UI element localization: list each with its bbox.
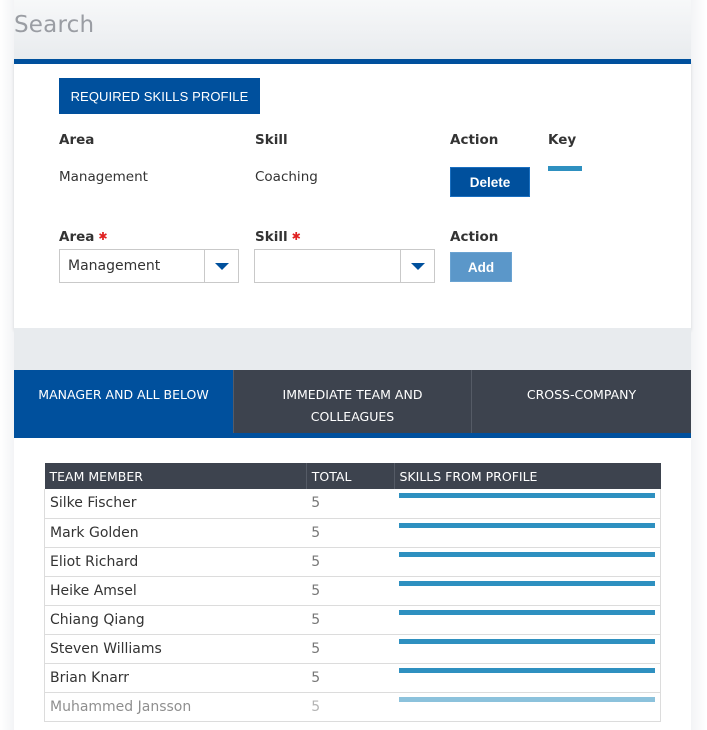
- add-button[interactable]: Add: [450, 252, 512, 282]
- skills-from-profile-cell: [394, 489, 661, 519]
- skills-from-profile-cell: [394, 692, 661, 722]
- skills-from-profile-cell: [394, 547, 661, 577]
- key-swatch: [548, 166, 582, 171]
- required-skills-profile-button[interactable]: REQUIRED SKILLS PROFILE: [59, 78, 260, 114]
- team-member-name: Silke Fischer: [44, 489, 307, 519]
- skill-column-header: Skill: [255, 132, 288, 148]
- team-scope-tabs: MANAGER AND ALL BELOW IMMEDIATE TEAM AND…: [14, 370, 691, 438]
- table-row[interactable]: Steven Williams 5: [44, 634, 661, 664]
- skills-bar: [399, 551, 655, 557]
- tab-cross-company[interactable]: CROSS-COMPANY: [471, 370, 691, 433]
- skills-bar-track: [399, 609, 655, 615]
- skills-bar: [399, 667, 655, 673]
- tab-immediate-team-and-colleagues[interactable]: IMMEDIATE TEAM AND COLLEAGUES: [233, 370, 471, 433]
- action-column-header: Action: [450, 132, 499, 148]
- team-member-name: Mark Golden: [44, 518, 307, 548]
- action-field-label: Action: [450, 229, 499, 245]
- skills-bar: [399, 638, 655, 644]
- tab-label: IMMEDIATE TEAM AND COLLEAGUES: [282, 387, 423, 424]
- table-row[interactable]: Brian Knarr 5: [44, 663, 661, 693]
- table-row[interactable]: Heike Amsel 5: [44, 576, 661, 606]
- skills-bar: [399, 609, 655, 615]
- profile-row-skill: Coaching: [255, 169, 318, 185]
- chevron-down-icon: [214, 262, 229, 270]
- skill-select-toggle[interactable]: [400, 250, 434, 282]
- skills-bar-track: [399, 551, 655, 557]
- table-row[interactable]: Mark Golden 5: [44, 518, 661, 548]
- skills-bar: [399, 580, 655, 586]
- team-member-name: Steven Williams: [44, 634, 307, 664]
- team-member-total: 5: [306, 663, 394, 693]
- skills-bar-track: [399, 522, 655, 528]
- team-member-total: 5: [306, 576, 394, 606]
- column-header-team-member[interactable]: TEAM MEMBER: [44, 463, 307, 489]
- team-member-name: Chiang Qiang: [44, 605, 307, 635]
- area-select-value: Management: [68, 258, 161, 274]
- team-member-total: 5: [306, 489, 394, 519]
- team-member-total: 5: [306, 605, 394, 635]
- team-member-name: Muhammed Jansson: [44, 692, 307, 722]
- skills-bar: [399, 696, 655, 702]
- tab-manager-and-all-below[interactable]: MANAGER AND ALL BELOW: [14, 370, 233, 433]
- skills-from-profile-cell: [394, 518, 661, 548]
- team-member-total: 5: [306, 634, 394, 664]
- skills-from-profile-cell: [394, 663, 661, 693]
- skills-bar-track: [399, 638, 655, 644]
- team-member-total: 5: [306, 692, 394, 722]
- team-member-name: Brian Knarr: [44, 663, 307, 693]
- section-spacer: [14, 328, 691, 370]
- team-member-total: 5: [306, 518, 394, 548]
- profile-row-area: Management: [59, 169, 148, 185]
- skills-from-profile-cell: [394, 576, 661, 606]
- table-header-row: TEAM MEMBER TOTAL SKILLS FROM PROFILE: [44, 463, 661, 489]
- key-column-header: Key: [548, 132, 577, 148]
- skills-from-profile-cell: [394, 605, 661, 635]
- table-row[interactable]: Muhammed Jansson 5: [44, 692, 661, 722]
- delete-button[interactable]: Delete: [450, 167, 530, 197]
- skills-from-profile-cell: [394, 634, 661, 664]
- chevron-down-icon: [410, 262, 425, 270]
- required-asterisk-icon: ✱: [98, 230, 108, 243]
- column-header-total[interactable]: TOTAL: [305, 463, 394, 489]
- area-column-header: Area: [59, 132, 95, 148]
- skills-bar: [399, 522, 655, 528]
- table-row[interactable]: Chiang Qiang 5: [44, 605, 661, 635]
- team-content: TEAM MEMBER TOTAL SKILLS FROM PROFILE Si…: [14, 438, 691, 730]
- skills-bar-track: [399, 493, 655, 498]
- search-header: [14, 0, 691, 60]
- area-select[interactable]: Management: [59, 249, 239, 283]
- table-row[interactable]: Eliot Richard 5: [44, 547, 661, 577]
- area-field-label: Area ✱: [59, 229, 108, 245]
- skills-bar-track: [399, 667, 655, 673]
- team-member-name: Heike Amsel: [44, 576, 307, 606]
- team-skills-table: TEAM MEMBER TOTAL SKILLS FROM PROFILE Si…: [44, 463, 661, 722]
- required-skills-panel: REQUIRED SKILLS PROFILE Area Skill Actio…: [14, 59, 691, 328]
- team-member-total: 5: [306, 547, 394, 577]
- page-title: Search: [14, 12, 95, 38]
- skill-select[interactable]: [254, 249, 435, 283]
- team-member-name: Eliot Richard: [44, 547, 307, 577]
- skills-bar: [399, 493, 655, 498]
- skills-bar-track: [399, 580, 655, 586]
- skill-field-label: Skill ✱: [255, 229, 301, 245]
- area-select-toggle[interactable]: [204, 250, 238, 282]
- required-asterisk-icon: ✱: [291, 230, 301, 243]
- team-table-body: Silke Fischer 5 Mark Golden 5 Eliot Richard 5…: [44, 489, 661, 722]
- column-header-skills-from-profile[interactable]: SKILLS FROM PROFILE: [393, 463, 661, 489]
- skills-bar-track: [399, 696, 655, 702]
- table-row[interactable]: Silke Fischer 5: [44, 489, 661, 519]
